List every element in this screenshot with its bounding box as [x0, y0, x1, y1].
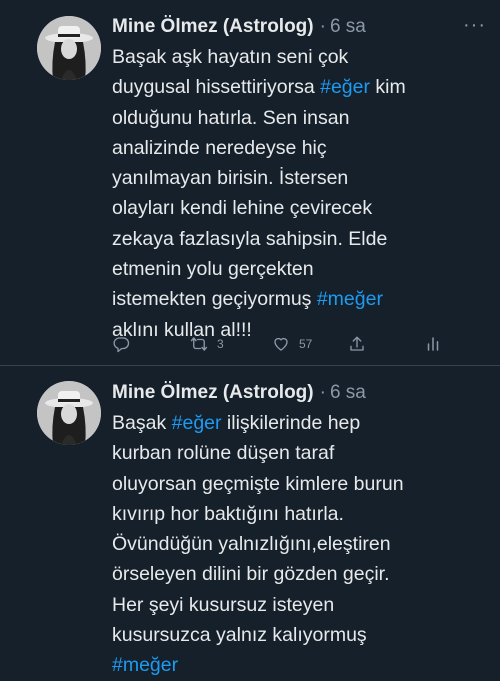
- retweet-count: 3: [217, 337, 224, 351]
- tweet-text-segment: kim: [369, 76, 406, 99]
- tweet-text-line: oluyorsan geçmişte kimlere burun: [112, 469, 486, 499]
- tweet-text-segment: Başak: [112, 412, 172, 434]
- tweet-text-line: Başak #eğer ilişkilerinde hep: [112, 408, 486, 438]
- tweet-text-line: istemekten geçiyormuş #meğer: [112, 284, 486, 314]
- tweet-text-segment: Övündüğün yalnızlığını,eleştiren: [112, 533, 391, 556]
- tweet-text-segment: Başak aşk hayatın seni çok: [112, 46, 349, 68]
- tweet-text-line: kusursuzca yalnız kalıyormuş: [112, 620, 486, 650]
- heart-icon: [274, 337, 288, 351]
- tweet-actions: 3 57: [112, 335, 442, 357]
- more-options-icon[interactable]: ···: [463, 15, 486, 35]
- tweet-text-line: #meğer: [112, 650, 486, 680]
- tweet-text-segment: Her şeyi kusursuz isteyen: [112, 593, 335, 616]
- tweet-text-line: Övündüğün yalnızlığını,eleştiren: [112, 529, 486, 559]
- tweet[interactable]: Mine Ölmez (Astrolog) · 6 sa ··· Başak a…: [0, 0, 500, 365]
- tweet-text: Başak #eğer ilişkilerinde hep kurban rolü…: [112, 408, 486, 681]
- tweet[interactable]: Mine Ölmez (Astrolog) · 6 sa Başak #eğer…: [0, 366, 500, 676]
- separator-dot: ·: [319, 382, 326, 403]
- tweet-text-line: zekaya fazlasıyla sahipsin. Elde: [112, 224, 486, 254]
- tweet-text-segment: olayları kendi lehine çevirecek: [112, 197, 373, 220]
- tweet-text-line: duygusal hissettiriyorsa #eğer kim: [112, 72, 486, 102]
- analytics-button[interactable]: [424, 335, 442, 353]
- tweet-text-segment: duygusal hissettiriyorsa: [112, 76, 321, 99]
- tweet-timestamp[interactable]: 6 sa: [330, 16, 366, 38]
- tweet-text-segment: kıvırıp hor baktığını hatırla.: [112, 502, 344, 525]
- like-button[interactable]: 57: [272, 335, 312, 353]
- avatar-photo: [37, 16, 101, 80]
- hashtag-link[interactable]: #eğer: [172, 412, 222, 434]
- analytics-icon: [427, 337, 439, 351]
- tweet-text-line: kurban rolüne düşen taraf: [112, 438, 486, 468]
- avatar-photo: [37, 381, 101, 445]
- tweet-text-line: Başak aşk hayatın seni çok: [112, 42, 486, 72]
- reply-button[interactable]: [112, 335, 130, 353]
- hashtag-link[interactable]: #eğer: [320, 76, 370, 98]
- tweet-text-line: kıvırıp hor baktığını hatırla.: [112, 499, 486, 529]
- tweet-text-segment: kurban rolüne düşen taraf: [112, 442, 335, 465]
- tweet-text-line: analizinde neredeyse hiç: [112, 133, 486, 163]
- tweet-text-segment: olduğunu hatırla. Sen insan: [112, 106, 350, 129]
- tweet-text-segment: kusursuzca yalnız kalıyormuş: [112, 624, 367, 647]
- tweet-text-segment: istemekten geçiyormuş: [112, 288, 317, 311]
- tweet-text-segment: analizinde neredeyse hiç: [112, 136, 327, 159]
- tweet-text-segment: örseleyen dilini bir gözden geçir.: [112, 563, 390, 586]
- share-icon: [350, 336, 364, 351]
- author-name[interactable]: Mine Ölmez (Astrolog): [112, 16, 314, 38]
- separator-dot: ·: [319, 16, 326, 37]
- avatar[interactable]: [37, 381, 101, 445]
- like-count: 57: [299, 337, 313, 351]
- tweet-text-line: yanılmayan birisin. İstersen: [112, 163, 486, 193]
- author-name[interactable]: Mine Ölmez (Astrolog): [112, 382, 314, 404]
- tweet-text-line: Her şeyi kusursuz isteyen: [112, 590, 486, 620]
- tweet-text-segment: etmenin yolu gerçekten: [112, 258, 314, 281]
- tweet-text-segment: yanılmayan birisin. İstersen: [112, 167, 349, 190]
- tweet-text-line: etmenin yolu gerçekten: [112, 254, 486, 284]
- reply-icon: [113, 337, 130, 353]
- hashtag-link[interactable]: #meğer: [317, 288, 383, 310]
- hashtag-link[interactable]: #meğer: [112, 654, 178, 676]
- tweet-text-line: örseleyen dilini bir gözden geçir.: [112, 559, 486, 589]
- tweet-text-segment: zekaya fazlasıyla sahipsin. Elde: [112, 227, 388, 250]
- tweet-text-segment: oluyorsan geçmişte kimlere burun: [112, 472, 404, 495]
- tweet-timestamp[interactable]: 6 sa: [330, 382, 366, 404]
- tweet-text-line: olduğunu hatırla. Sen insan: [112, 103, 486, 133]
- tweet-text-segment: ilişkilerinde hep: [221, 412, 361, 434]
- tweet-text-line: olayları kendi lehine çevirecek: [112, 193, 486, 223]
- share-button[interactable]: [348, 335, 366, 353]
- retweet-button[interactable]: 3: [190, 335, 224, 353]
- avatar[interactable]: [37, 16, 101, 80]
- tweet-text: Başak aşk hayatın seni çok duygusal hisse…: [112, 42, 486, 345]
- retweet-icon: [190, 337, 208, 351]
